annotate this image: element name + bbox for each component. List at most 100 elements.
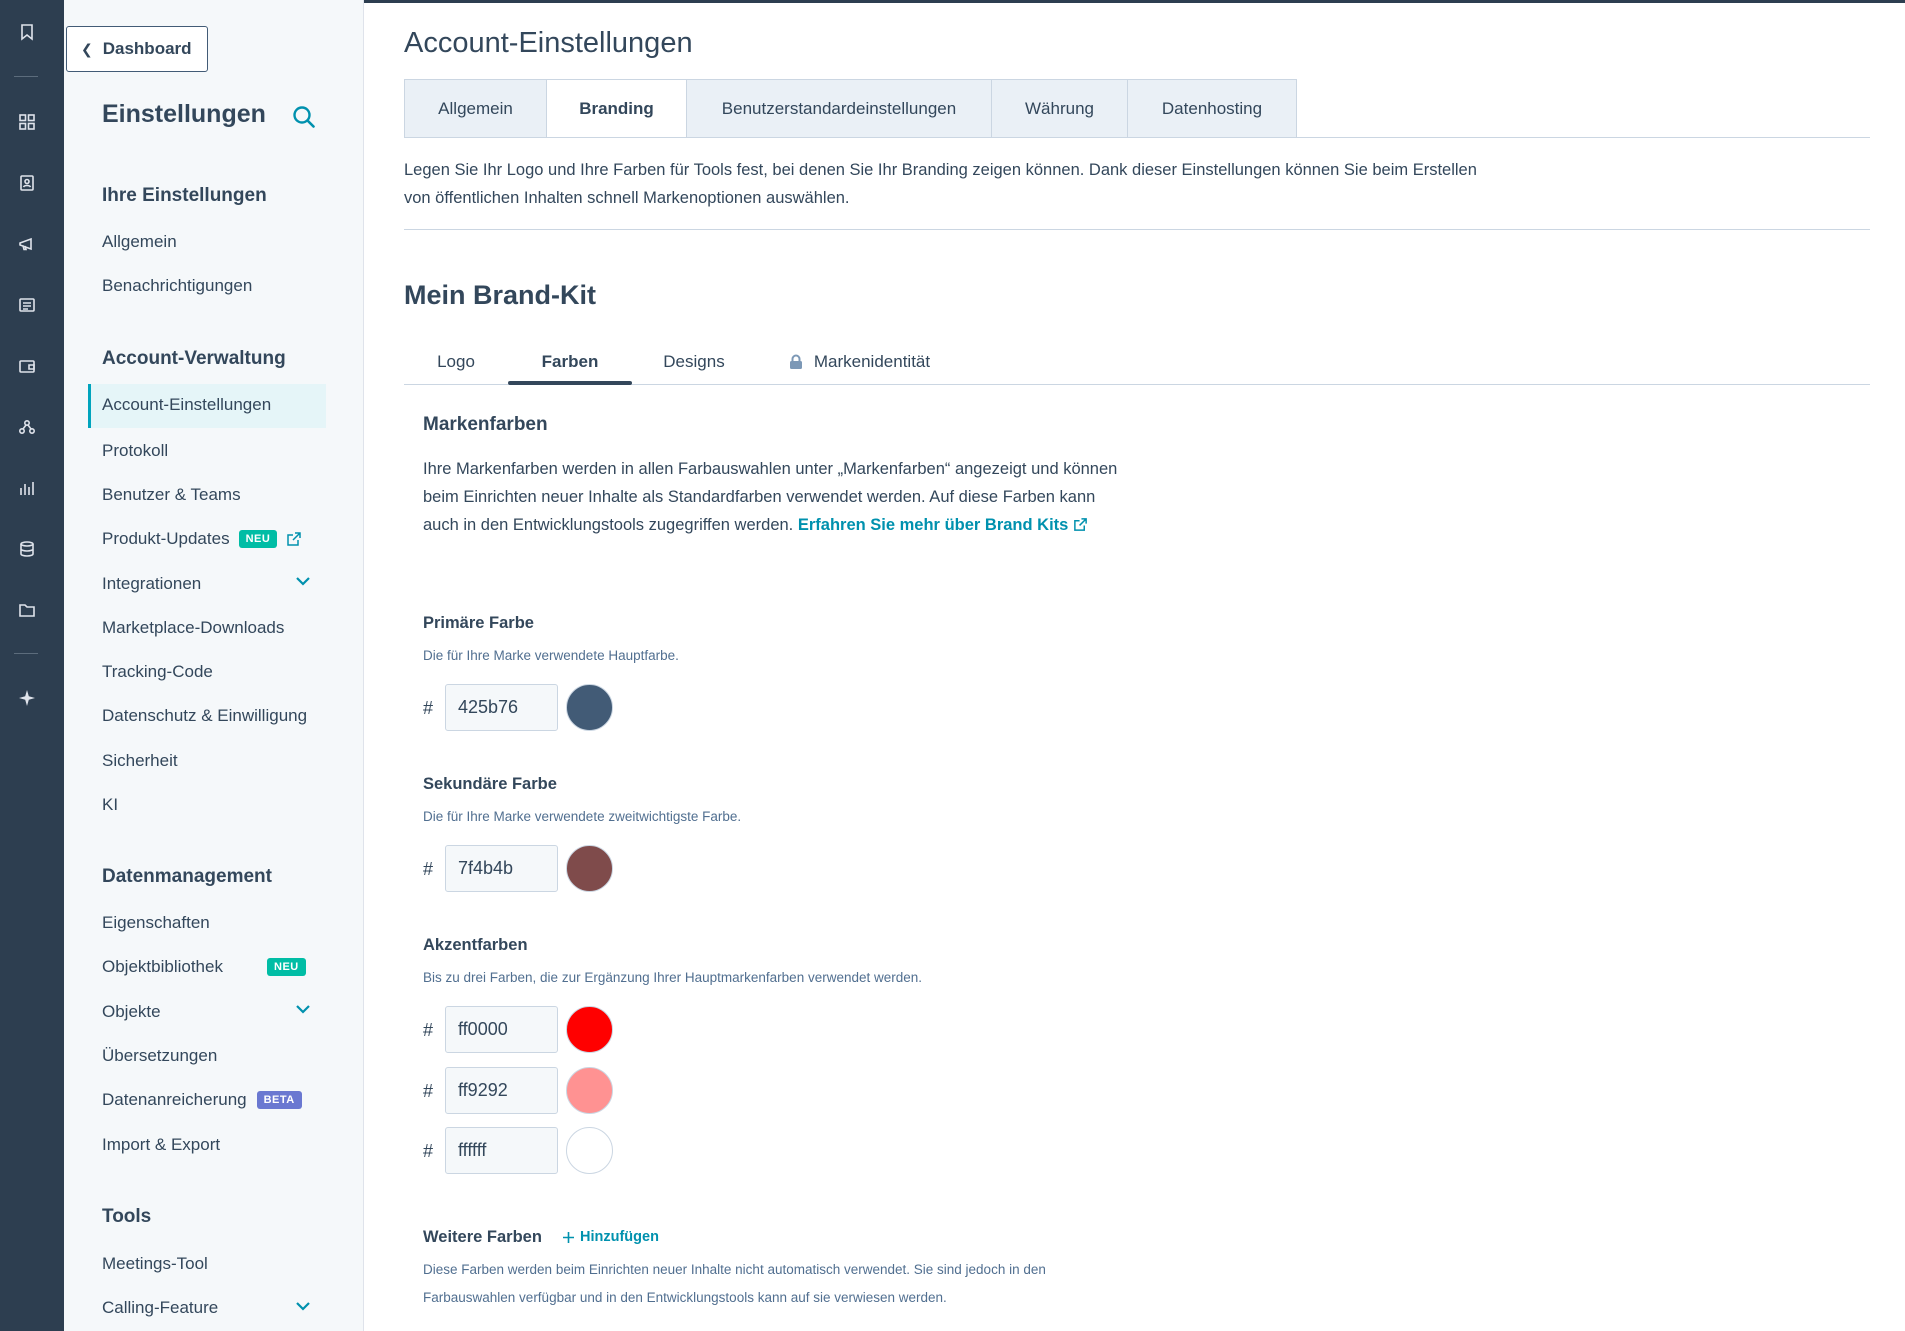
subtab-label: Markenidentität	[813, 352, 931, 371]
chevron-down-icon[interactable]	[294, 1000, 312, 1018]
back-button-label: Dashboard	[102, 39, 192, 58]
page-title: Account-Einstellungen	[404, 27, 693, 59]
tab-waehrung[interactable]: Währung	[991, 79, 1127, 138]
back-to-dashboard-button[interactable]: ❮ Dashboard	[66, 26, 208, 72]
lock-icon	[789, 354, 802, 369]
accent-color-swatch-3[interactable]	[566, 1127, 613, 1174]
secondary-color-swatch[interactable]	[566, 845, 613, 892]
beta-badge: BETA	[256, 1091, 302, 1109]
sidebar-item-sicherheit[interactable]: Sicherheit	[102, 751, 178, 771]
primary-color-input[interactable]	[445, 684, 558, 731]
bookmark-icon[interactable]	[16, 21, 38, 43]
sidebar-item-marketplace-downloads[interactable]: Marketplace-Downloads	[102, 618, 284, 638]
new-badge: NEU	[238, 530, 278, 548]
chevron-down-icon[interactable]	[294, 1297, 312, 1315]
hash-symbol: #	[423, 698, 434, 718]
add-color-button[interactable]: Hinzufügen	[562, 1229, 659, 1245]
secondary-color-input[interactable]	[445, 845, 558, 892]
brand-kits-link-label: Erfahren Sie mehr über Brand Kits	[797, 516, 1069, 534]
subtab-logo[interactable]: Logo	[404, 338, 508, 386]
sidebar-item-import-export[interactable]: Import & Export	[102, 1135, 220, 1155]
new-badge: NEU	[267, 958, 306, 976]
brand-kits-link[interactable]: Erfahren Sie mehr über Brand Kits	[798, 516, 1088, 534]
global-nav-rail	[0, 0, 64, 1331]
sidebar-group-tools: Tools	[102, 1206, 152, 1227]
more-colors-help: Diese Farben werden beim Einrichten neue…	[423, 1262, 1046, 1305]
sidebar-item-protokoll[interactable]: Protokoll	[102, 441, 168, 461]
active-subtab-indicator	[508, 381, 632, 385]
sidebar-item-benachrichtigungen[interactable]: Benachrichtigungen	[102, 276, 252, 296]
contacts-icon[interactable]	[16, 172, 38, 194]
subtab-designs[interactable]: Designs	[632, 338, 756, 386]
database-icon[interactable]	[16, 538, 38, 560]
primary-color-label: Primäre Farbe	[423, 614, 534, 632]
sparkle-icon[interactable]	[16, 687, 38, 709]
hash-symbol: #	[423, 1081, 434, 1101]
sidebar-item-produkt-updates[interactable]: Produkt-Updates NEU	[102, 529, 302, 549]
markenfarben-title: Markenfarben	[423, 414, 548, 435]
more-colors-label: Weitere Farben	[423, 1228, 542, 1246]
accent-color-input-2[interactable]	[445, 1067, 558, 1114]
sidebar-group-ihre-einstellungen: Ihre Einstellungen	[102, 185, 267, 206]
rail-divider	[14, 653, 38, 654]
sidebar-item-account-einstellungen[interactable]: Account-Einstellungen	[102, 395, 271, 415]
commerce-icon[interactable]	[16, 355, 38, 377]
chevron-left-icon: ❮	[81, 40, 93, 57]
accent-color-swatch-1[interactable]	[566, 1006, 613, 1053]
primary-color-help: Die für Ihre Marke verwendete Hauptfarbe…	[423, 648, 679, 663]
rail-divider	[14, 76, 38, 77]
reports-icon[interactable]	[16, 477, 38, 499]
external-link-icon	[1074, 518, 1087, 531]
sidebar-group-datenmanagement: Datenmanagement	[102, 866, 272, 887]
service-icon[interactable]	[16, 416, 38, 438]
content-icon[interactable]	[16, 294, 38, 316]
grid-icon[interactable]	[16, 111, 38, 133]
settings-tabs: Allgemein Branding Benutzerstandardeinst…	[404, 79, 1297, 138]
branding-intro-text: Legen Sie Ihr Logo und Ihre Farben für T…	[404, 161, 1477, 207]
hash-symbol: #	[423, 1141, 434, 1161]
sidebar-item-benutzer-teams[interactable]: Benutzer & Teams	[102, 485, 241, 505]
sidebar-item-label: Datenanreicherung	[102, 1090, 247, 1109]
tab-datenhosting[interactable]: Datenhosting	[1127, 79, 1297, 138]
accent-colors-help: Bis zu drei Farben, die zur Ergänzung Ih…	[423, 970, 923, 985]
sidebar-item-calling-feature[interactable]: Calling-Feature	[102, 1298, 218, 1318]
sidebar-item-tracking-code[interactable]: Tracking-Code	[102, 662, 213, 682]
external-link-icon	[287, 532, 302, 546]
add-color-label: Hinzufügen	[580, 1229, 659, 1245]
sidebar-item-datenanreicherung[interactable]: Datenanreicherung BETA	[102, 1090, 302, 1110]
search-icon[interactable]	[291, 104, 317, 130]
sidebar-item-eigenschaften[interactable]: Eigenschaften	[102, 913, 210, 933]
tab-branding[interactable]: Branding	[546, 79, 686, 138]
sidebar-item-uebersetzungen[interactable]: Übersetzungen	[102, 1046, 217, 1066]
sidebar-item-ki[interactable]: KI	[102, 795, 118, 815]
sidebar-item-allgemein[interactable]: Allgemein	[102, 232, 177, 252]
sidebar-item-label: Produkt-Updates	[102, 529, 230, 548]
accent-colors-label: Akzentfarben	[423, 936, 528, 954]
hash-symbol: #	[423, 1020, 434, 1040]
primary-color-swatch[interactable]	[566, 684, 613, 731]
accent-color-swatch-2[interactable]	[566, 1067, 613, 1114]
brandkit-title: Mein Brand-Kit	[404, 280, 596, 310]
tab-benutzerstandardeinstellungen[interactable]: Benutzerstandardeinstellungen	[686, 79, 991, 138]
plus-icon	[563, 1231, 574, 1243]
section-divider	[404, 229, 1870, 230]
markenfarben-description: Ihre Markenfarben werden in allen Farbau…	[423, 455, 1123, 539]
sidebar-item-objektbibliothek[interactable]: Objektbibliothek	[102, 957, 223, 977]
sidebar-item-integrationen[interactable]: Integrationen	[102, 574, 201, 594]
accent-color-input-1[interactable]	[445, 1006, 558, 1053]
megaphone-icon[interactable]	[16, 233, 38, 255]
sidebar-item-datenschutz[interactable]: Datenschutz & Einwilligung	[102, 706, 307, 726]
chevron-down-icon[interactable]	[294, 572, 312, 590]
hash-symbol: #	[423, 859, 434, 879]
secondary-color-help: Die für Ihre Marke verwendete zweitwicht…	[423, 809, 742, 824]
subtab-markenidentitaet[interactable]: Markenidentität	[776, 338, 942, 386]
sidebar-group-account-verwaltung: Account-Verwaltung	[102, 348, 286, 369]
tabs-divider	[404, 137, 1870, 138]
sidebar-title: Einstellungen	[102, 100, 266, 128]
accent-color-input-3[interactable]	[445, 1127, 558, 1174]
tab-allgemein[interactable]: Allgemein	[404, 79, 546, 138]
folder-icon[interactable]	[16, 599, 38, 621]
sidebar-item-objekte[interactable]: Objekte	[102, 1002, 161, 1022]
subtab-farben[interactable]: Farben	[508, 338, 632, 386]
sidebar-item-meetings-tool[interactable]: Meetings-Tool	[102, 1254, 208, 1274]
